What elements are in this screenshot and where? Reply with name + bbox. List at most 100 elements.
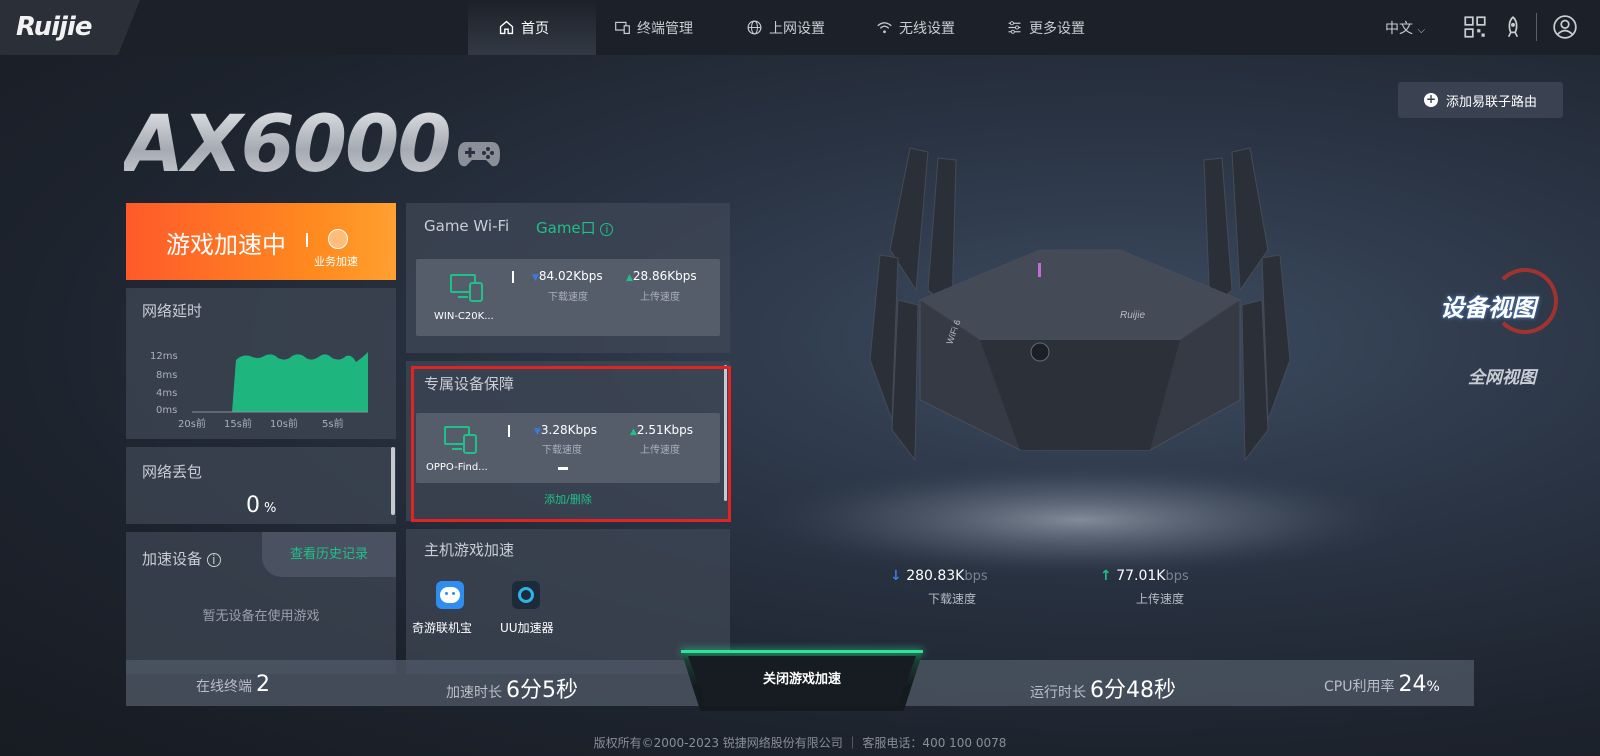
router-download-unit: bps	[964, 569, 988, 584]
boost-sub-label[interactable]: 业务加速	[314, 253, 358, 269]
nav-home[interactable]: 首页	[498, 0, 549, 55]
game-wifi-title: Game Wi-Fi	[424, 217, 510, 235]
svg-text:Ruijie: Ruijie	[1120, 310, 1145, 321]
down-arrow-icon: ▼	[532, 273, 539, 283]
game-wifi-device-card[interactable]: WIN-C20K... ▼84.02Kbps 下载速度 ▲28.86Kbps 上…	[416, 259, 720, 336]
latency-title: 网络延时	[142, 302, 203, 320]
game-wifi-device-name: WIN-C20K...	[434, 311, 494, 322]
online-terminals-stat: 在线终端 2	[196, 672, 270, 697]
language-select[interactable]: 中文 ⌵	[1385, 18, 1425, 38]
latency-xtick: 20s前	[178, 419, 206, 430]
latency-panel: 网络延时 12ms 8ms 4ms 0ms 20s前 15s前 10s前 5s前	[126, 288, 396, 439]
cpu-usage-unit: %	[1426, 679, 1440, 695]
router-upload-value: 77.01K	[1116, 568, 1166, 584]
game-port-label[interactable]: Game口 i	[536, 217, 614, 238]
plus-icon: +	[1423, 92, 1438, 107]
cpu-usage-stat: CPU利用率 24%	[1324, 672, 1440, 697]
wifi-icon	[877, 22, 892, 34]
nav-devices-label: 终端管理	[637, 20, 693, 37]
packet-loss-value: 0%	[246, 493, 276, 518]
info-icon[interactable]: i	[206, 553, 221, 567]
packet-loss-title: 网络丢包	[142, 463, 203, 481]
game-wifi-upload-value: 28.86Kbps	[632, 269, 697, 283]
nav-more-label: 更多设置	[1029, 20, 1085, 37]
latency-xtick: 15s前	[224, 419, 252, 430]
latency-area-chart	[192, 352, 368, 413]
info-icon: i	[600, 223, 614, 236]
left-scrollbar[interactable]	[391, 447, 395, 515]
uptime-stat: 运行时长 6分48秒	[1030, 672, 1176, 704]
cpu-usage-label: CPU利用率	[1324, 679, 1395, 695]
router-image: Ruijie WiFi 6	[750, 147, 1410, 578]
router-upload-label: 上传速度	[1136, 592, 1185, 606]
boost-divider	[306, 233, 308, 247]
highlight-box	[411, 366, 731, 522]
home-icon	[499, 20, 514, 35]
packet-loss-number: 0	[246, 493, 260, 518]
nav-home-label: 首页	[521, 20, 549, 37]
footer-copyright: 版权所有©2000-2023 锐捷网络股份有限公司 ｜ 客服电话：400 100…	[593, 736, 1007, 750]
game-port-text: Game口	[536, 219, 596, 237]
download-label: 下载速度	[548, 292, 588, 303]
nav-devices[interactable]: 终端管理	[614, 0, 693, 55]
router-download-label: 下载速度	[928, 592, 977, 606]
up-arrow-icon: ↑	[1100, 568, 1112, 584]
online-terminals-label: 在线终端	[196, 679, 252, 695]
uptime-value: 6分48秒	[1090, 678, 1176, 703]
device-view-tab[interactable]: 设备视图	[1440, 288, 1536, 323]
game-wifi-download: ▼84.02Kbps	[532, 269, 603, 283]
model-title: AX6000	[124, 100, 452, 190]
sliders-icon	[1008, 21, 1021, 34]
speed-icon	[328, 229, 348, 249]
router-download-value: 280.83K	[906, 568, 965, 584]
latency-xtick: 5s前	[322, 419, 344, 430]
rocket-icon[interactable]	[1500, 14, 1526, 40]
game-wifi-download-value: 84.02Kbps	[538, 269, 603, 283]
qrcode-icon[interactable]	[1462, 14, 1488, 40]
qiyou-app-label[interactable]: 奇游联机宝	[412, 619, 472, 636]
stop-game-boost-button[interactable]: 关闭游戏加速	[700, 668, 904, 687]
accel-devices-title: 加速设备 i	[142, 548, 221, 569]
console-title: 主机游戏加速	[424, 541, 515, 559]
add-router-label: 添加易联子路由	[1445, 94, 1537, 110]
nav-internet[interactable]: 上网设置	[746, 0, 825, 55]
up-arrow-icon: ▲	[626, 273, 633, 283]
nav-more[interactable]: 更多设置	[1006, 0, 1085, 55]
nav-wireless[interactable]: 无线设置	[876, 0, 955, 55]
online-terminals-value: 2	[256, 672, 270, 697]
uptime-label: 运行时长	[1030, 685, 1086, 701]
game-wifi-panel: Game Wi-Fi Game口 i WIN-C20K... ▼84.02Kbp…	[406, 203, 730, 353]
latency-ytick: 12ms	[150, 351, 178, 362]
boost-status: 游戏加速中	[166, 231, 286, 259]
stop-boost-glow	[681, 650, 923, 653]
language-label: 中文	[1385, 21, 1413, 37]
user-icon[interactable]	[1552, 14, 1578, 40]
down-arrow-icon: ↓	[890, 568, 902, 584]
header-divider	[1536, 13, 1537, 41]
computer-phone-icon	[450, 274, 483, 302]
nav-internet-label: 上网设置	[769, 20, 825, 37]
latency-xtick: 10s前	[270, 419, 298, 430]
packet-loss-unit: %	[264, 501, 277, 516]
uu-app-label[interactable]: UU加速器	[500, 619, 554, 636]
qiyou-app-icon[interactable]	[436, 581, 464, 609]
gamepad-icon	[458, 142, 500, 167]
game-boost-card[interactable]: 游戏加速中 业务加速	[126, 203, 396, 280]
latency-ytick: 4ms	[156, 388, 178, 399]
accel-duration-stat: 加速时长 6分5秒	[446, 672, 578, 704]
devices-icon	[615, 21, 630, 35]
card-divider	[512, 271, 514, 283]
add-mesh-router-button[interactable]: + 添加易联子路由	[1398, 82, 1563, 118]
router-upload-rate: ↑ 77.01Kbps	[1100, 568, 1189, 584]
router-upload-unit: bps	[1165, 569, 1189, 584]
packet-loss-panel: 网络丢包 0%	[126, 447, 396, 524]
router-download-rate: ↓ 280.83Kbps	[890, 568, 988, 584]
nav-wireless-label: 无线设置	[899, 20, 955, 37]
view-history-button[interactable]: 查看历史记录	[262, 532, 396, 577]
accel-empty-text: 暂无设备在使用游戏	[202, 609, 320, 624]
brand-logo[interactable]: Ruijie	[16, 12, 92, 42]
accel-duration-label: 加速时长	[446, 685, 502, 701]
chevron-down-icon: ⌵	[1417, 25, 1426, 36]
network-view-tab[interactable]: 全网视图	[1468, 363, 1536, 388]
uu-app-icon[interactable]	[512, 581, 540, 609]
